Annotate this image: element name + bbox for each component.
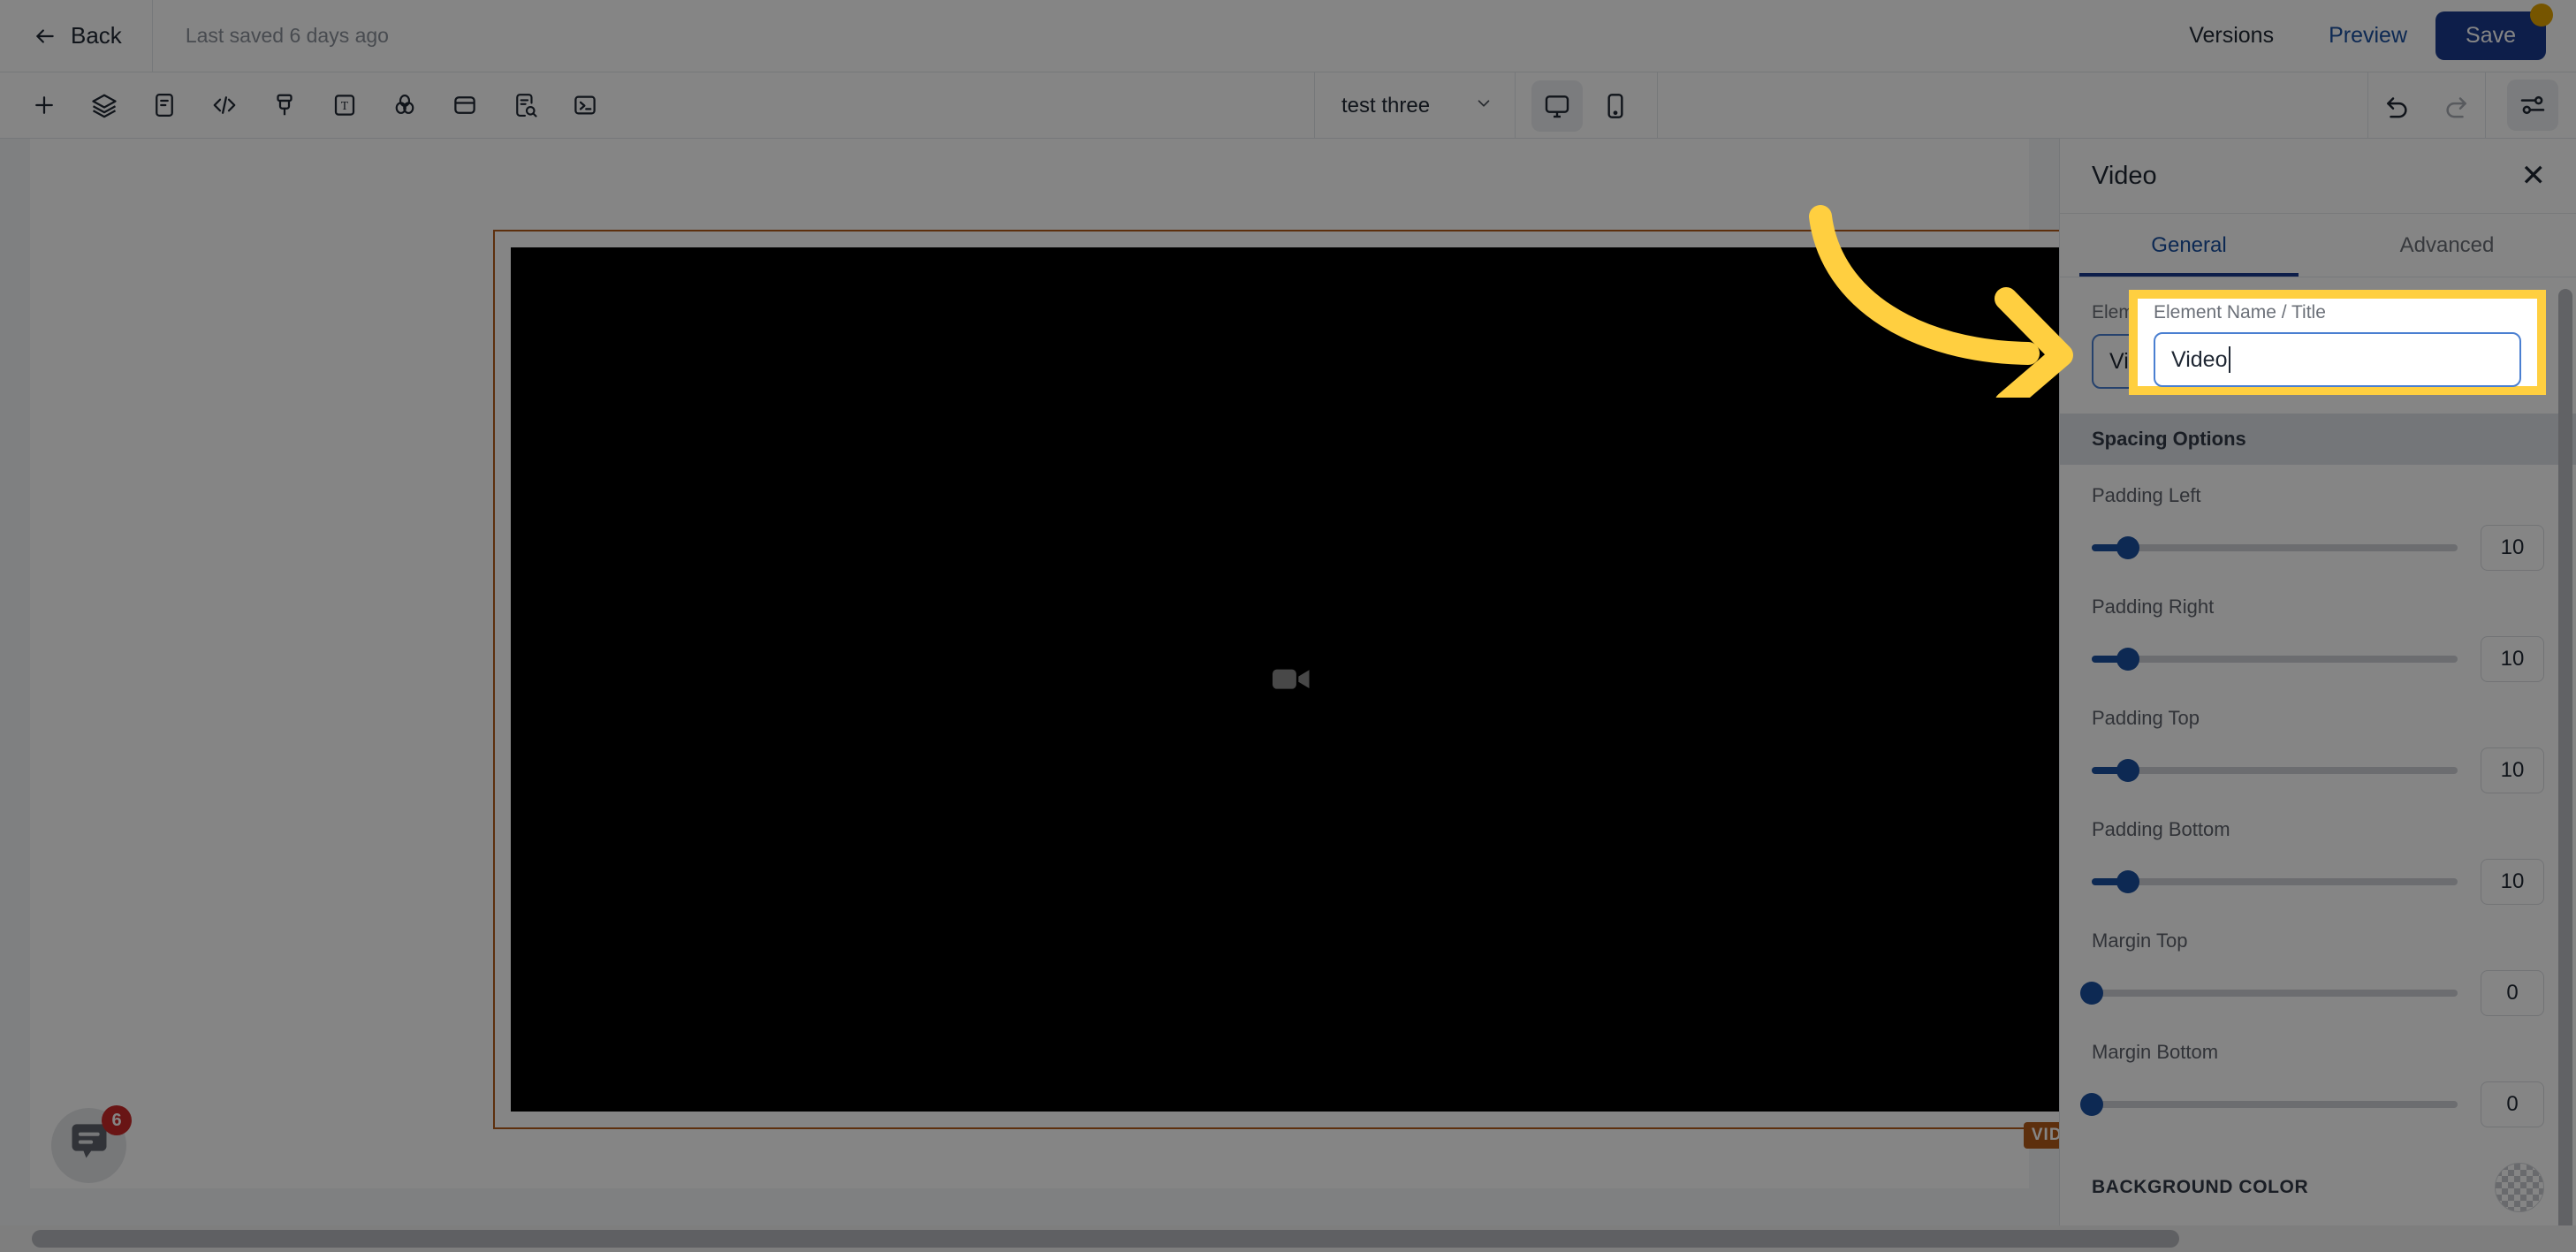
slider-track[interactable] — [2092, 870, 2458, 893]
unsaved-changes-dot — [2530, 4, 2553, 27]
element-name-value: Video — [2171, 346, 2228, 372]
slider-track[interactable] — [2080, 982, 2458, 1005]
slider-value-input[interactable]: 10 — [2481, 636, 2544, 682]
device-preview-group — [1516, 80, 1657, 132]
slider-line: 10 — [2092, 859, 2544, 905]
video-camera-icon — [1273, 666, 1311, 693]
chat-unread-badge: 6 — [102, 1105, 132, 1135]
slider-margin-top: Margin Top 0 — [2060, 910, 2576, 1021]
slider-value-input[interactable]: 10 — [2481, 747, 2544, 793]
slider-track[interactable] — [2080, 1093, 2458, 1116]
slider-line: 10 — [2092, 525, 2544, 571]
toolbar-icon-group: T — [0, 80, 615, 131]
text-cursor — [2228, 346, 2230, 373]
top-bar: Back Last saved 6 days ago Versions Prev… — [0, 0, 2576, 72]
scrollbar-thumb[interactable] — [32, 1230, 2179, 1248]
app-root: Back Last saved 6 days ago Versions Prev… — [0, 0, 2576, 1252]
editor-toolbar: T test three — [0, 72, 2576, 139]
slider-track[interactable] — [2092, 536, 2458, 559]
page-select-dropdown[interactable]: test three — [1315, 72, 1515, 139]
slider-line: 10 — [2092, 747, 2544, 793]
slider-track[interactable] — [2092, 648, 2458, 671]
terminal-icon[interactable] — [555, 80, 615, 131]
highlighted-field-group: Element Name / Title Video — [2138, 299, 2537, 387]
save-button-wrapper: Save — [2435, 4, 2553, 60]
panel-header: Video ✕ — [2060, 139, 2576, 214]
mobile-view-button[interactable] — [1590, 80, 1641, 132]
container-icon[interactable] — [435, 80, 495, 131]
background-color-swatch[interactable] — [2495, 1163, 2544, 1212]
redo-icon[interactable] — [2427, 80, 2485, 131]
tab-advanced[interactable]: Advanced — [2318, 214, 2576, 277]
text-icon[interactable]: T — [315, 80, 375, 131]
desktop-view-button[interactable] — [1531, 80, 1584, 132]
slider-padding-bottom: Padding Bottom 10 — [2060, 799, 2576, 910]
slider-label: Padding Bottom — [2092, 818, 2230, 840]
background-color-row: BACKGROUND COLOR — [2060, 1133, 2576, 1230]
brush-icon[interactable] — [255, 80, 315, 131]
layers-icon[interactable] — [74, 80, 134, 131]
add-icon[interactable] — [14, 80, 74, 131]
slider-padding-right: Padding Right 10 — [2060, 576, 2576, 687]
canvas-area[interactable]: VIDEO 6 — [0, 139, 2096, 1225]
page-horizontal-scrollbar[interactable] — [0, 1225, 2576, 1252]
slider-value-input[interactable]: 0 — [2481, 1081, 2544, 1127]
slider-value-input[interactable]: 0 — [2481, 970, 2544, 1016]
toolbar-right-group — [2367, 72, 2576, 139]
page-select-value: test three — [1341, 93, 1431, 118]
color-blobs-icon[interactable] — [375, 80, 435, 131]
divider — [2485, 72, 2486, 139]
versions-button[interactable]: Versions — [2162, 23, 2300, 49]
last-saved-text: Last saved 6 days ago — [185, 24, 389, 47]
arrow-left-icon — [34, 25, 57, 48]
slider-line: 10 — [2092, 636, 2544, 682]
yellow-arrow-annotation — [1785, 194, 2121, 414]
panel-title: Video — [2092, 161, 2157, 190]
slider-label: Margin Bottom — [2092, 1041, 2219, 1063]
toolbar-center-group: test three — [1314, 72, 1659, 139]
element-name-label-highlight: Element Name / Title — [2154, 302, 2326, 322]
spacing-options-section-header: Spacing Options — [2060, 414, 2576, 465]
back-label: Back — [71, 22, 122, 49]
panel-vertical-scrollbar[interactable] — [2558, 289, 2572, 1252]
canvas-page[interactable]: VIDEO — [30, 139, 2096, 1188]
save-button[interactable]: Save — [2435, 11, 2546, 60]
settings-sliders-icon[interactable] — [2507, 80, 2558, 131]
background-color-label: BACKGROUND COLOR — [2092, 1176, 2309, 1197]
slider-padding-top: Padding Top 10 — [2060, 687, 2576, 799]
slider-label: Margin Top — [2092, 930, 2188, 952]
page-icon[interactable] — [134, 80, 194, 131]
panel-body: Element Name / Title Spacing Options Pad… — [2060, 277, 2576, 1252]
page-search-icon[interactable] — [495, 80, 555, 131]
slider-label: Padding Left — [2092, 484, 2201, 506]
panel-tabs: General Advanced — [2060, 214, 2576, 277]
divider — [1657, 72, 1659, 139]
slider-padding-left: Padding Left 10 — [2060, 465, 2576, 576]
undo-icon[interactable] — [2368, 80, 2427, 131]
chat-widget-button[interactable]: 6 — [51, 1105, 132, 1183]
slider-label: Padding Top — [2092, 707, 2200, 729]
back-button[interactable]: Back — [0, 0, 152, 72]
highlight-callout-box: Element Name / Title Video — [2129, 290, 2546, 395]
slider-line: 0 — [2080, 1081, 2544, 1127]
slider-label: Padding Right — [2092, 596, 2215, 618]
preview-button[interactable]: Preview — [2300, 23, 2435, 49]
slider-track[interactable] — [2092, 759, 2458, 782]
element-name-input-highlight[interactable]: Video — [2154, 332, 2521, 387]
slider-value-input[interactable]: 10 — [2481, 859, 2544, 905]
slider-margin-bottom: Margin Bottom 0 — [2060, 1021, 2576, 1133]
slider-line: 0 — [2080, 970, 2544, 1016]
top-bar-actions: Versions Preview Save — [2162, 4, 2576, 60]
slider-value-input[interactable]: 10 — [2481, 525, 2544, 571]
close-icon[interactable]: ✕ — [2521, 161, 2547, 191]
code-icon[interactable] — [194, 80, 255, 131]
svg-text:T: T — [341, 99, 349, 112]
chevron-down-icon — [1474, 94, 1493, 118]
